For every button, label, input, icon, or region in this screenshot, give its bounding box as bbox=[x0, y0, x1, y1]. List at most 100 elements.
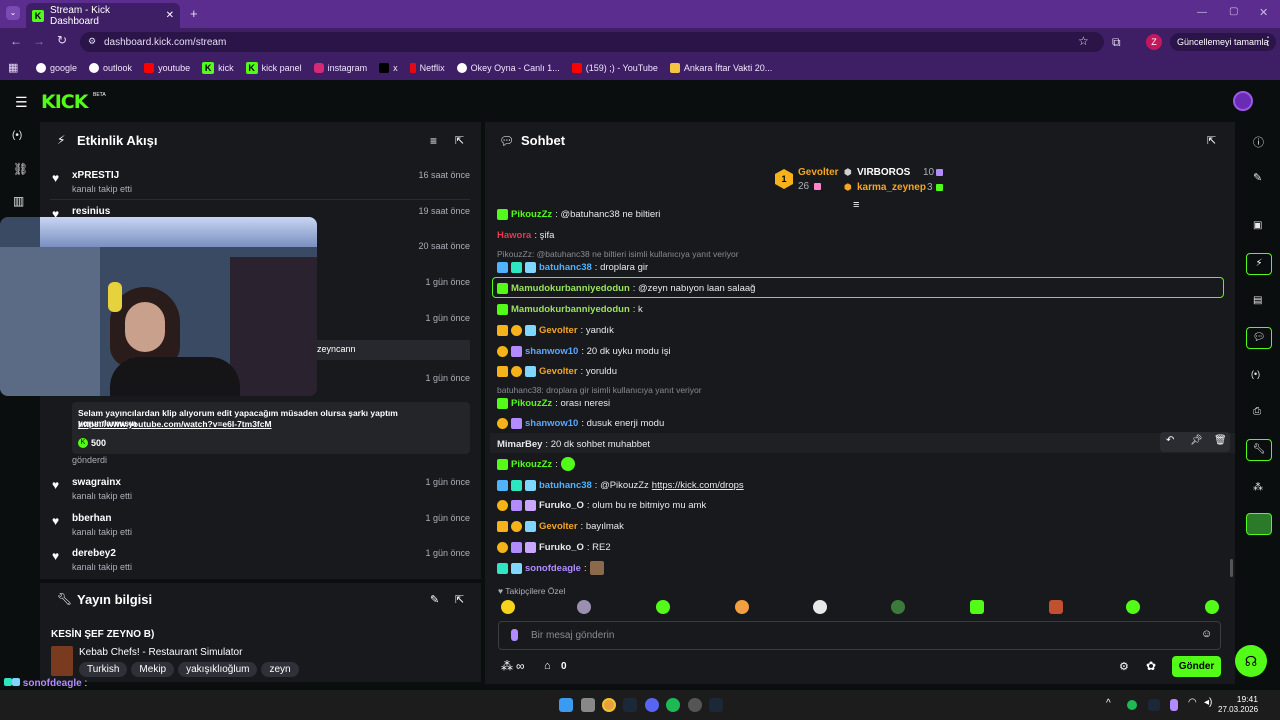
second-gifter-name[interactable]: VIRBOROS bbox=[857, 167, 910, 178]
microphone-icon[interactable] bbox=[1170, 699, 1178, 711]
clock-time[interactable]: 19:41 bbox=[1218, 694, 1258, 704]
broadcast-icon[interactable]: (•) bbox=[12, 130, 22, 141]
analytics-icon[interactable]: ▥ bbox=[13, 194, 24, 208]
bookmark-youtube-playlist[interactable]: (159) ;) - YouTube bbox=[571, 62, 658, 73]
chat-username[interactable]: shanwow10 bbox=[525, 346, 578, 357]
feed-username[interactable]: bberhan bbox=[72, 513, 111, 524]
chat-message[interactable]: Gevolter: yandık bbox=[497, 321, 1222, 339]
tab-search-icon[interactable]: ⌄ bbox=[6, 6, 20, 20]
bookmark-google[interactable]: google bbox=[36, 62, 77, 73]
forward-icon[interactable]: → bbox=[33, 34, 45, 48]
chat-username[interactable]: MimarBey bbox=[497, 439, 542, 450]
apps-grid-icon[interactable]: ▦ bbox=[8, 61, 18, 74]
third-gifter-name[interactable]: karma_zeynep bbox=[857, 182, 926, 193]
chat-username[interactable]: Furuko_O bbox=[539, 500, 584, 511]
chat-username[interactable]: PikouzZz bbox=[511, 398, 552, 409]
maximize-icon[interactable]: ▢ bbox=[1229, 6, 1238, 17]
chat-message[interactable]: shanwow10: dusuk enerji modu bbox=[497, 414, 1222, 432]
activity-toggle-icon[interactable]: ⚡ bbox=[1246, 253, 1272, 275]
chat-scrollbar[interactable] bbox=[1230, 559, 1233, 577]
pin-icon[interactable]: 📌︎ bbox=[1190, 435, 1203, 446]
chat-username[interactable]: Gevolter bbox=[539, 521, 578, 532]
browser-tab[interactable]: K Stream - Kick Dashboard ✕ bbox=[26, 3, 180, 28]
chat-username[interactable]: Hawora bbox=[497, 230, 531, 241]
chat-toggle-icon[interactable]: 💬︎ bbox=[1246, 327, 1272, 349]
emote-icon[interactable] bbox=[813, 600, 827, 614]
delete-icon[interactable]: 🗑︎ bbox=[1214, 435, 1227, 446]
file-explorer-icon[interactable] bbox=[581, 698, 595, 712]
tag-chip[interactable]: zeyn bbox=[261, 662, 299, 677]
send-button[interactable]: Gönder bbox=[1172, 656, 1221, 677]
chat-username[interactable]: batuhanc38 bbox=[539, 480, 592, 491]
emote-icon[interactable] bbox=[1126, 600, 1140, 614]
bookmark-okey[interactable]: Okey Oyna - Canlı 1... bbox=[456, 62, 560, 73]
emote-icon[interactable] bbox=[970, 600, 984, 614]
profile-avatar[interactable]: Z bbox=[1146, 34, 1162, 50]
info-icon[interactable]: ⓘ bbox=[1253, 134, 1264, 150]
emote-icon[interactable] bbox=[577, 600, 591, 614]
kick-logo[interactable]: KICK bbox=[41, 91, 88, 113]
user-avatar[interactable] bbox=[1233, 91, 1253, 111]
chat-username[interactable]: PikouzZz bbox=[511, 459, 552, 470]
chat-message[interactable]: Hawora: şifa bbox=[497, 226, 1222, 244]
tools-toggle-icon[interactable]: 🔧︎ bbox=[1246, 439, 1272, 461]
feed-username[interactable]: derebey2 bbox=[72, 548, 116, 559]
tag-chip[interactable]: Turkish bbox=[79, 662, 128, 677]
reply-icon[interactable]: ↶ bbox=[1166, 435, 1174, 446]
store-icon[interactable]: ⌂ bbox=[544, 660, 551, 672]
chat-link[interactable]: https://kick.com/drops bbox=[652, 480, 744, 491]
site-info-icon[interactable]: ⚙ bbox=[88, 36, 96, 47]
steam-icon[interactable] bbox=[709, 698, 723, 712]
bookmark-youtube[interactable]: youtube bbox=[144, 62, 190, 73]
wifi-icon[interactable]: ◠ bbox=[1188, 697, 1197, 708]
chat-message[interactable]: sonofdeagle: bbox=[497, 559, 1222, 577]
edit-icon[interactable]: ✎ bbox=[1253, 171, 1262, 184]
screen-icon[interactable]: ▣ bbox=[1253, 220, 1262, 231]
chat-message[interactable]: batuhanc38: droplara gir bbox=[497, 258, 1222, 276]
tag-chip[interactable]: yakışıklıoğlum bbox=[178, 662, 258, 677]
edit-pencil-icon[interactable]: ✎ bbox=[430, 593, 439, 606]
bookmark-kick[interactable]: Kkick bbox=[202, 61, 234, 74]
bookmark-instagram[interactable]: instagram bbox=[313, 62, 367, 73]
tag-chip[interactable]: Mekip bbox=[131, 662, 175, 677]
discord-icon[interactable] bbox=[645, 698, 659, 712]
chat-message[interactable]: Gevolter: yoruldu bbox=[497, 362, 1222, 380]
start-icon[interactable] bbox=[559, 698, 573, 712]
emote-picker-icon[interactable]: ✿ bbox=[1146, 659, 1156, 673]
filter-icon[interactable]: ≡ bbox=[430, 134, 437, 148]
chat-message[interactable]: PikouzZz: @batuhanc38 ne biltieri bbox=[497, 205, 1222, 223]
support-headset-icon[interactable]: ☊ bbox=[1235, 645, 1267, 677]
microphone-icon[interactable] bbox=[511, 629, 518, 641]
menu-kebab-icon[interactable]: ⋮ bbox=[1262, 34, 1274, 48]
notes-icon[interactable]: ▤ bbox=[1253, 295, 1262, 306]
clock-date[interactable]: 27.03.2026 bbox=[1218, 705, 1258, 714]
popout-icon[interactable]: ⇱ bbox=[455, 134, 464, 147]
share-icon[interactable]: ⁂ bbox=[1253, 482, 1263, 493]
update-button[interactable]: Güncellemeyi tamamla bbox=[1170, 33, 1276, 51]
chat-username[interactable]: PikouzZz bbox=[511, 209, 552, 220]
bookmark-star-icon[interactable]: ☆ bbox=[1078, 34, 1089, 48]
steam-icon[interactable] bbox=[623, 698, 637, 712]
emote-icon[interactable] bbox=[501, 600, 515, 614]
window-close-icon[interactable]: ✕ bbox=[1259, 6, 1268, 19]
feed-username[interactable]: swagrainx bbox=[72, 477, 121, 488]
chat-username[interactable]: Mamudokurbanniyedodun bbox=[511, 283, 630, 294]
popout-icon[interactable]: ⇱ bbox=[1207, 134, 1216, 147]
chat-input[interactable]: Bir mesaj gönderin ☺ bbox=[498, 621, 1221, 650]
emote-icon[interactable] bbox=[891, 600, 905, 614]
chat-message[interactable]: Mamudokurbanniyedodun: k bbox=[497, 300, 1222, 318]
chat-username[interactable]: Mamudokurbanniyedodun bbox=[511, 304, 630, 315]
emote-icon[interactable] bbox=[1205, 600, 1219, 614]
emote-icon[interactable] bbox=[1049, 600, 1063, 614]
chat-username[interactable]: Furuko_O bbox=[539, 542, 584, 553]
chat-username[interactable]: batuhanc38 bbox=[539, 262, 592, 273]
chat-message[interactable]: Mamudokurbanniyedodun: @zeyn nabıyon laa… bbox=[497, 279, 1222, 297]
emoji-icon[interactable]: ☺ bbox=[1201, 628, 1212, 640]
volume-icon[interactable]: ◂) bbox=[1204, 697, 1212, 708]
chat-message[interactable]: PikouzZz: orası neresi bbox=[497, 394, 1222, 412]
hamburger-menu-icon[interactable]: ☰ bbox=[15, 94, 28, 111]
chat-message[interactable]: shanwow10: 20 dk uyku modu işi bbox=[497, 342, 1222, 360]
tray-icon[interactable] bbox=[1148, 699, 1160, 711]
tab-close-icon[interactable]: ✕ bbox=[166, 10, 174, 21]
app-icon[interactable] bbox=[688, 698, 702, 712]
